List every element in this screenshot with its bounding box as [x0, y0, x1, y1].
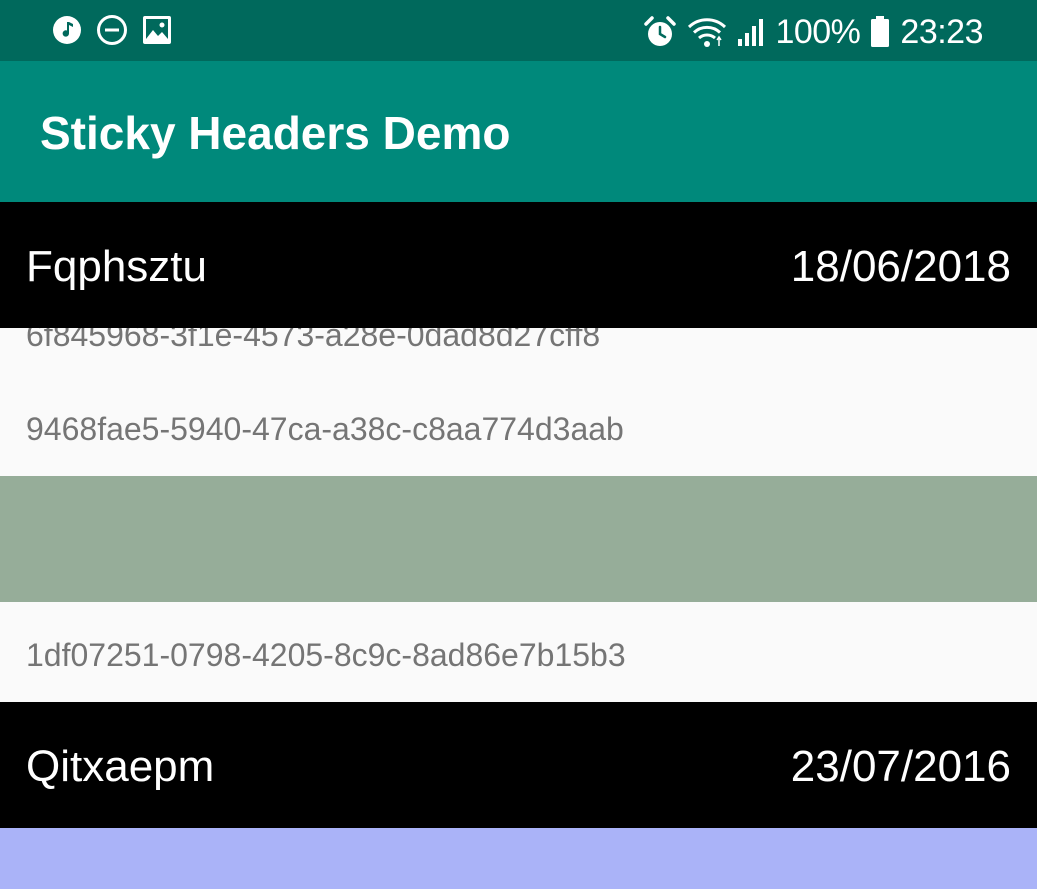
app-title: Sticky Headers Demo — [40, 107, 511, 159]
status-bar-time: 23:23 — [900, 13, 983, 51]
sticky-section-header[interactable]: Fqphsztu 18/06/2018 — [0, 202, 1037, 328]
battery-icon — [871, 16, 890, 47]
section-header-date: 18/06/2018 — [790, 242, 1011, 291]
do-not-disturb-icon — [97, 15, 127, 45]
list-item-uuid: 9468fae5-5940-47ca-a38c-c8aa774d3aab — [26, 411, 624, 447]
section-header-name: Fqphsztu — [26, 242, 207, 291]
sticky-header-list[interactable]: 6f845968-3f1e-4573-a28e-0dad8d27cff8 946… — [0, 202, 1037, 889]
list-item[interactable]: 9468fae5-5940-47ca-a38c-c8aa774d3aab — [0, 376, 1037, 476]
wifi-icon — [688, 18, 727, 47]
section-header-name: Qitxaepm — [26, 742, 215, 791]
list-item[interactable]: 1df07251-0798-4205-8c9c-8ad86e7b15b3 — [0, 602, 1037, 702]
color-block-item[interactable] — [0, 828, 1037, 889]
status-bar-left-icons — [52, 14, 172, 46]
section-header-date: 23/07/2016 — [790, 742, 1011, 791]
battery-percentage: 100% — [775, 13, 861, 51]
signal-icon — [738, 19, 764, 46]
color-block-item[interactable] — [0, 476, 1037, 602]
section-header[interactable]: Qitxaepm 23/07/2016 — [0, 702, 1037, 828]
list-item-uuid: 1df07251-0798-4205-8c9c-8ad86e7b15b3 — [26, 637, 626, 673]
app-bar: Sticky Headers Demo — [0, 61, 1037, 202]
status-bar-right: 100% 23:23 — [643, 12, 983, 52]
image-icon — [143, 16, 171, 44]
status-bar: 100% 23:23 — [0, 0, 1037, 61]
music-note-icon — [53, 16, 81, 44]
alarm-icon — [644, 16, 677, 46]
